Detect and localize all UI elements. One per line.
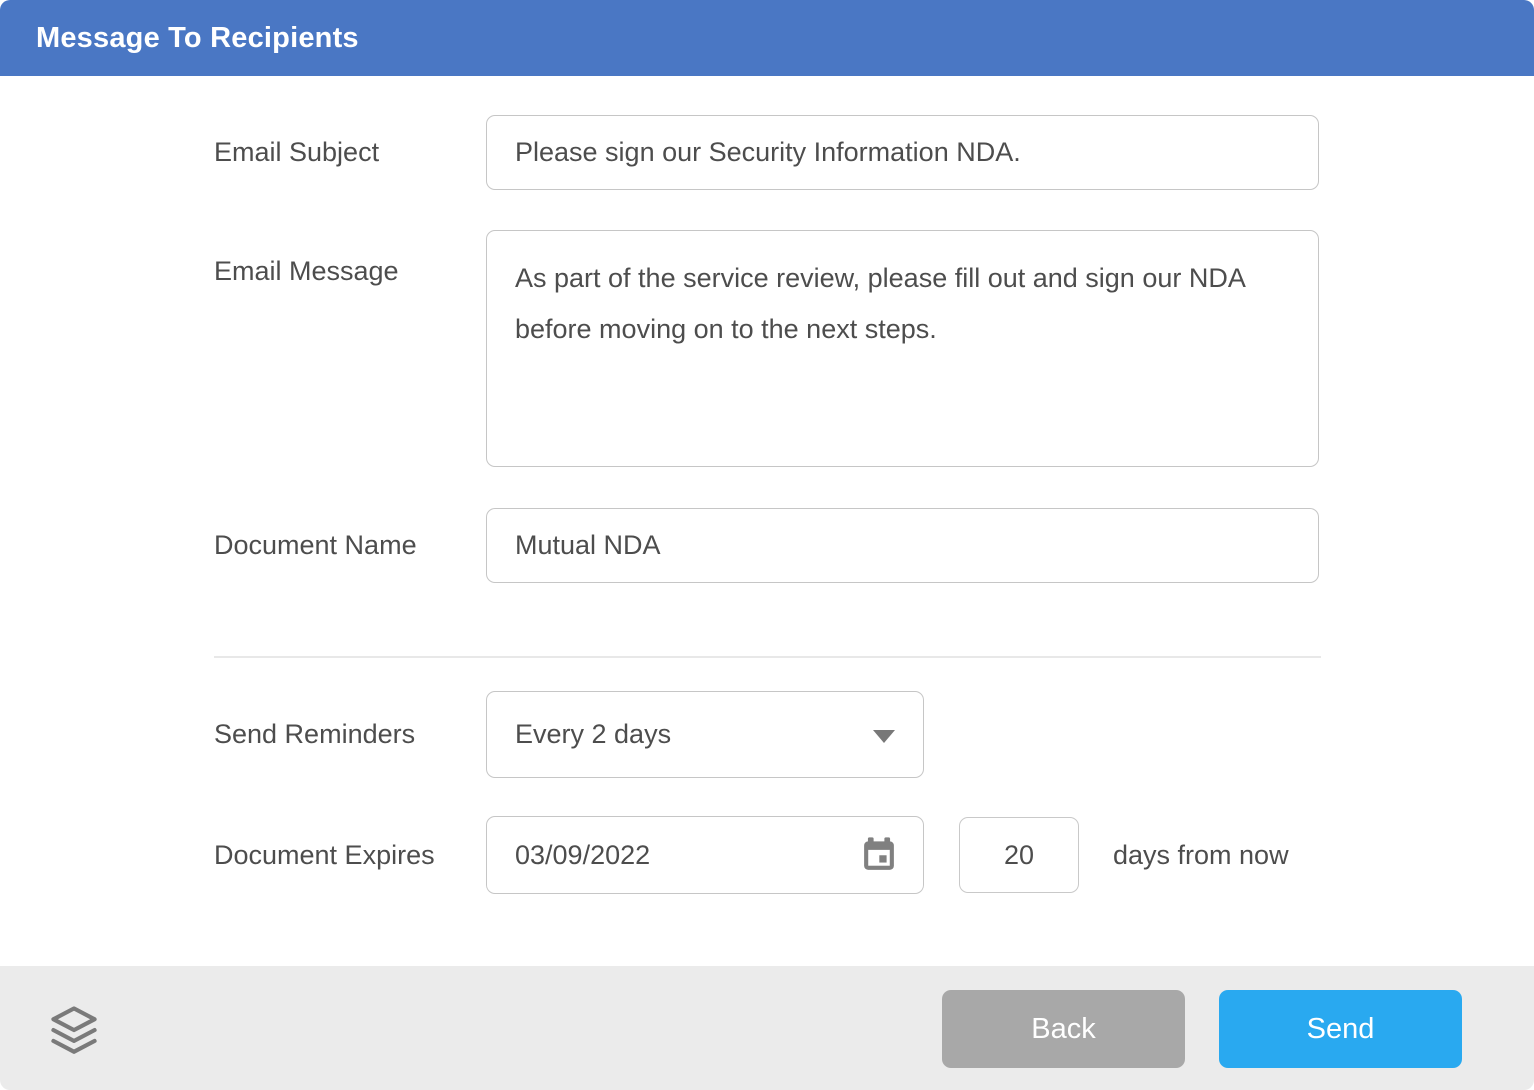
send-reminders-select[interactable]: Every 2 days [486,691,924,778]
email-subject-label: Email Subject [214,115,379,190]
back-button[interactable]: Back [942,990,1185,1068]
expiry-days-input[interactable] [959,817,1079,893]
email-subject-input[interactable] [486,115,1319,190]
section-divider [214,656,1321,658]
calendar-icon[interactable] [859,835,899,875]
email-message-textarea[interactable]: As part of the service review, please fi… [486,230,1319,467]
send-reminders-selected-value: Every 2 days [515,719,671,750]
expiry-date-field[interactable] [486,816,924,894]
chevron-down-icon [873,730,895,743]
send-button[interactable]: Send [1219,990,1462,1068]
document-name-label: Document Name [214,508,417,583]
document-expires-label: Document Expires [214,816,435,894]
dialog-title: Message To Recipients [36,22,359,55]
days-from-now-label: days from now [1113,816,1289,894]
dialog-footer: Back Send [0,966,1534,1090]
dialog-header: Message To Recipients [0,0,1534,76]
email-message-label: Email Message [214,232,399,310]
send-reminders-label: Send Reminders [214,691,415,778]
message-to-recipients-dialog: Message To Recipients Email Subject Emai… [0,0,1534,1090]
layers-icon [48,1000,100,1058]
expiry-date-input[interactable] [515,840,795,871]
document-name-input[interactable] [486,508,1319,583]
